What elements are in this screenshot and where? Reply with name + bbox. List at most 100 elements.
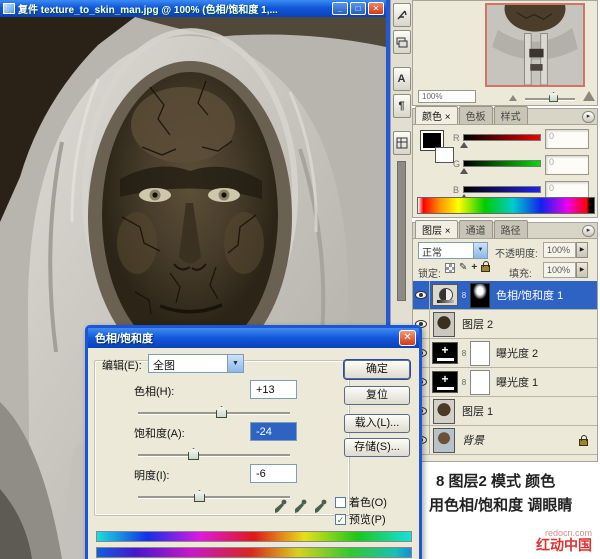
document-titlebar[interactable]: 复件 texture_to_skin_man.jpg @ 100% (色相/饱和…	[0, 0, 386, 17]
red-slider-marker[interactable]	[460, 142, 468, 148]
navigator-zoom-input[interactable]: 100%	[418, 90, 476, 103]
ok-button[interactable]: 确定	[344, 360, 410, 379]
palette-well-button[interactable]	[392, 30, 411, 54]
layers-panel-menu-button[interactable]: ▸	[582, 225, 595, 237]
blue-slider-label: B	[453, 185, 460, 195]
layer-comps-button[interactable]	[392, 131, 411, 155]
reset-button[interactable]: 复位	[344, 386, 410, 405]
layer-mask-thumbnail[interactable]	[470, 282, 490, 308]
layer-mask-thumbnail[interactable]	[470, 369, 490, 395]
opacity-spinner-icon[interactable]: ▶	[576, 242, 588, 258]
edit-channel-value: 全图	[153, 360, 175, 372]
hue-saturation-adjustment-thumbnail[interactable]	[432, 284, 458, 306]
layer-row-exposure2[interactable]: 8 曝光度 2	[413, 339, 597, 368]
navigator-panel: 100%	[412, 0, 598, 106]
green-slider-marker[interactable]	[460, 168, 468, 174]
hue-ramp-before	[96, 531, 412, 542]
slice-tool-button[interactable]	[392, 3, 411, 27]
lock-all-icon[interactable]	[481, 260, 491, 272]
mask-link-icon: 8	[461, 348, 467, 358]
layer-name[interactable]: 背景	[458, 432, 484, 448]
tab-swatches[interactable]: 色板	[458, 106, 493, 124]
zoom-in-icon[interactable]	[583, 91, 595, 101]
colorize-checkbox[interactable]	[335, 496, 346, 508]
dock-spine[interactable]	[397, 161, 406, 301]
layer-name[interactable]: 图层 2	[458, 316, 493, 332]
layer-name[interactable]: 图层 1	[458, 403, 493, 419]
close-button[interactable]: ✕	[368, 2, 384, 15]
tab-color[interactable]: 颜色 ×	[415, 106, 458, 124]
blend-mode-value: 正常	[422, 248, 442, 259]
color-spectrum-ramp[interactable]	[417, 197, 595, 214]
layer-row-layer2[interactable]: 图层 2	[413, 310, 597, 339]
edit-channel-select[interactable]: 全图 ▼	[148, 354, 244, 373]
watermark-name: 红动中国	[536, 537, 592, 554]
navigator-proxy-view[interactable]	[485, 3, 585, 87]
lightness-input[interactable]	[250, 464, 297, 483]
red-value-input[interactable]: 0	[545, 129, 589, 149]
opacity-label: 不透明度:	[495, 249, 538, 260]
layer-name[interactable]: 曝光度 1	[492, 374, 538, 390]
lock-paint-icon[interactable]: ✎	[459, 263, 467, 273]
lightness-slider[interactable]	[138, 496, 290, 498]
saturation-slider[interactable]	[138, 454, 290, 456]
save-button[interactable]: 存储(S)...	[344, 438, 410, 457]
hue-slider[interactable]	[138, 412, 290, 414]
lock-position-icon[interactable]: +	[471, 263, 477, 273]
saturation-input[interactable]	[250, 422, 297, 441]
lock-transparency-icon[interactable]	[445, 263, 455, 273]
layer-mask-thumbnail[interactable]	[470, 340, 490, 366]
saturation-label: 饱和度(A):	[134, 428, 185, 440]
preview-checkbox-row[interactable]: ✓ 预览(P)	[335, 511, 386, 527]
watermark: redocn.com 红动中国	[536, 528, 592, 554]
green-slider[interactable]	[463, 160, 541, 167]
blend-mode-select[interactable]: 正常 ▼	[418, 242, 488, 259]
minimize-button[interactable]: _	[332, 2, 348, 15]
load-button[interactable]: 载入(L)...	[344, 414, 410, 433]
blue-slider[interactable]	[463, 186, 541, 193]
dialog-close-button[interactable]: ✕	[399, 330, 416, 346]
tab-layers[interactable]: 图层 ×	[415, 220, 458, 238]
character-palette-button[interactable]: A	[392, 67, 411, 91]
colorize-checkbox-row[interactable]: 着色(O)	[335, 494, 387, 510]
eyedropper-plus-icon[interactable]	[294, 498, 307, 514]
layer-thumbnail[interactable]	[433, 427, 455, 453]
paragraph-palette-button[interactable]: ¶	[392, 94, 411, 118]
dialog-titlebar[interactable]: 色相/饱和度 ✕	[88, 328, 419, 348]
preview-checkbox[interactable]: ✓	[335, 513, 346, 525]
red-slider[interactable]	[463, 134, 541, 141]
fill-input[interactable]: 100% ▶	[543, 262, 588, 278]
visibility-toggle[interactable]	[413, 281, 430, 309]
navigator-slider-thumb[interactable]	[549, 92, 558, 102]
hue-label: 色相(H):	[134, 386, 175, 398]
layer-row-exposure1[interactable]: 8 曝光度 1	[413, 368, 597, 397]
tab-styles[interactable]: 样式	[493, 106, 528, 124]
zoom-out-icon[interactable]	[509, 95, 517, 101]
green-slider-label: G	[453, 159, 461, 169]
hue-input[interactable]	[250, 380, 297, 399]
maximize-button[interactable]: □	[350, 2, 366, 15]
fill-spinner-icon[interactable]: ▶	[576, 262, 588, 278]
layer-row-background[interactable]: 背景	[413, 426, 597, 455]
edit-label: 编辑(E):	[102, 360, 142, 372]
tab-channels[interactable]: 通道	[458, 220, 493, 238]
eyedropper-minus-icon[interactable]	[314, 498, 327, 514]
layer-name[interactable]: 色相/饱和度 1	[492, 287, 563, 303]
mask-link-icon: 8	[461, 377, 467, 387]
exposure-adjustment-thumbnail[interactable]	[432, 371, 458, 393]
layer-thumbnail[interactable]	[433, 398, 455, 424]
tab-paths[interactable]: 路径	[493, 220, 528, 238]
exposure-adjustment-thumbnail[interactable]	[432, 342, 458, 364]
eyedropper-icon[interactable]	[274, 498, 287, 514]
color-panel-tabs: 颜色 × 色板 样式 ▸	[413, 106, 597, 125]
layer-row-layer1[interactable]: 图层 1	[413, 397, 597, 426]
red-slider-label: R	[453, 133, 460, 143]
layer-thumbnail[interactable]	[433, 311, 455, 337]
opacity-input[interactable]: 100% ▶	[543, 242, 588, 258]
color-panel-menu-button[interactable]: ▸	[582, 111, 595, 123]
red-slider-row: R 0	[413, 129, 597, 151]
layer-name[interactable]: 曝光度 2	[492, 345, 538, 361]
character-icon: A	[397, 73, 406, 85]
green-value-input[interactable]: 0	[545, 155, 589, 175]
layer-row-hue-saturation[interactable]: 8 色相/饱和度 1	[413, 281, 597, 310]
